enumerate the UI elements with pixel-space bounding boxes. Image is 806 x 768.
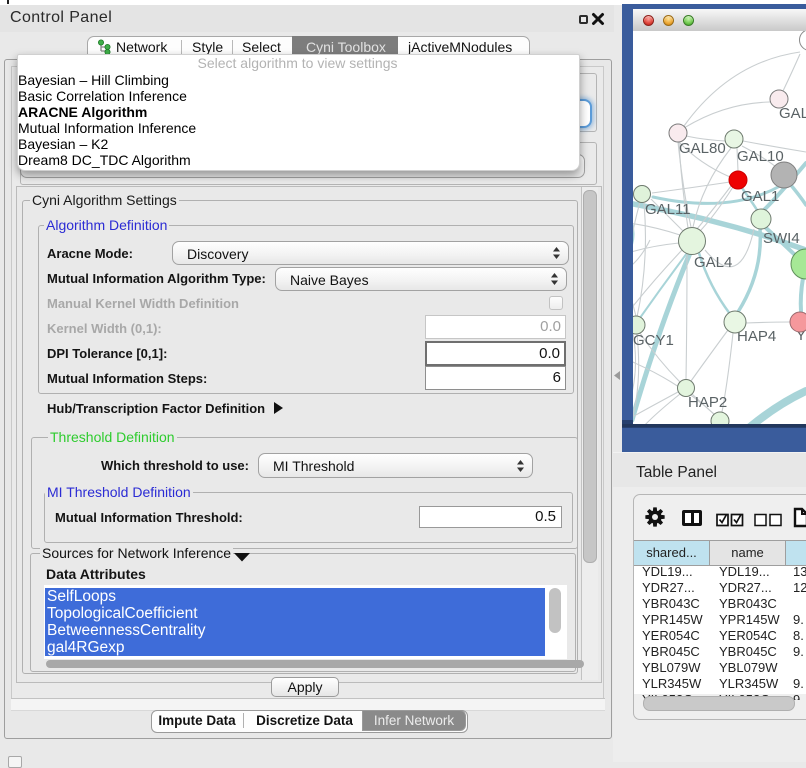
svg-text:HAP2: HAP2 [688, 394, 727, 411]
svg-text:GAL1: GAL1 [741, 188, 779, 205]
svg-text:GAL10: GAL10 [737, 148, 784, 165]
svg-text:GAL11: GAL11 [645, 201, 691, 218]
svg-text:HAP4: HAP4 [737, 328, 776, 345]
svg-text:GAL80: GAL80 [679, 140, 726, 157]
svg-text:SWI4: SWI4 [763, 230, 800, 247]
svg-text:GCY1: GCY1 [633, 332, 674, 349]
svg-text:GAL4: GAL4 [694, 254, 732, 271]
